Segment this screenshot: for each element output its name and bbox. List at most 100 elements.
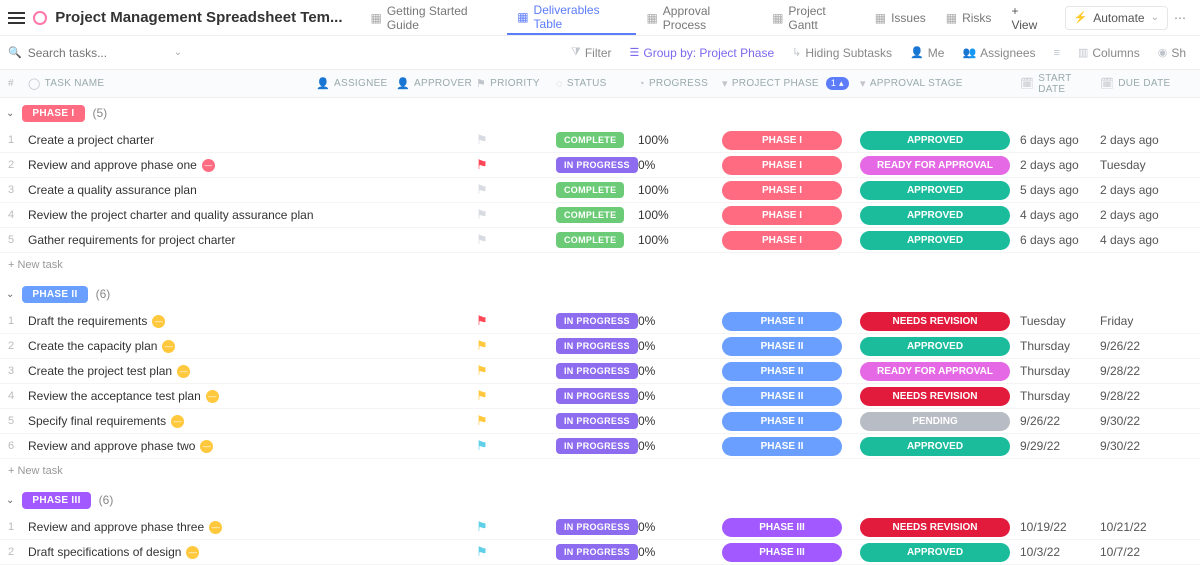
new-task-button[interactable]: + New task	[0, 253, 1200, 279]
start-date-cell[interactable]: Thursday	[1020, 389, 1100, 403]
task-name-cell[interactable]: Create a project charter	[28, 133, 316, 147]
table-row[interactable]: 1Create a project charter⚑COMPLETE100%PH…	[0, 128, 1200, 153]
approval-cell[interactable]: APPROVED	[860, 337, 1020, 356]
group-by-button[interactable]: ☰Group by: Project Phase	[624, 46, 781, 60]
approval-cell[interactable]: APPROVED	[860, 543, 1020, 562]
status-cell[interactable]: IN PROGRESS	[556, 438, 638, 454]
collapse-icon[interactable]: ⌄	[6, 289, 14, 300]
status-cell[interactable]: IN PROGRESS	[556, 544, 638, 560]
more-menu-button[interactable]: ⋯	[1168, 11, 1192, 25]
phase-cell[interactable]: PHASE II	[722, 362, 860, 381]
task-name-cell[interactable]: Draft specifications of design—	[28, 545, 316, 559]
col-priority[interactable]: ⚑PRIORITY	[476, 77, 556, 90]
due-date-cell[interactable]: 9/26/22	[1100, 339, 1180, 353]
table-row[interactable]: 3Create the project test plan—⚑IN PROGRE…	[0, 359, 1200, 384]
col-approval-stage[interactable]: ▾APPROVAL STAGE	[860, 77, 1020, 90]
approval-cell[interactable]: NEEDS REVISION	[860, 518, 1020, 537]
collapse-icon[interactable]: ⌄	[6, 495, 14, 506]
col-status[interactable]: ◌STATUS	[556, 78, 638, 90]
due-date-cell[interactable]: 2 days ago	[1100, 208, 1180, 222]
progress-cell[interactable]: 0%	[638, 545, 722, 559]
col-progress[interactable]: ◔PROGRESS	[638, 78, 722, 90]
approval-cell[interactable]: APPROVED	[860, 131, 1020, 150]
table-row[interactable]: 5Gather requirements for project charter…	[0, 228, 1200, 253]
task-name-cell[interactable]: Review the acceptance test plan—	[28, 389, 316, 403]
col-project-phase[interactable]: ▾PROJECT PHASE1 ▴	[722, 77, 860, 90]
approval-cell[interactable]: APPROVED	[860, 437, 1020, 456]
start-date-cell[interactable]: 10/3/22	[1020, 545, 1100, 559]
chevron-down-icon[interactable]: ⌄	[174, 47, 182, 58]
phase-cell[interactable]: PHASE II	[722, 412, 860, 431]
progress-cell[interactable]: 0%	[638, 364, 722, 378]
status-cell[interactable]: IN PROGRESS	[556, 363, 638, 379]
start-date-cell[interactable]: 9/26/22	[1020, 414, 1100, 428]
table-row[interactable]: 2Draft specifications of design—⚑IN PROG…	[0, 540, 1200, 565]
start-date-cell[interactable]: 4 days ago	[1020, 208, 1100, 222]
table-row[interactable]: 4Review the project charter and quality …	[0, 203, 1200, 228]
priority-cell[interactable]: ⚑	[476, 207, 556, 223]
phase-cell[interactable]: PHASE I	[722, 231, 860, 250]
status-cell[interactable]: IN PROGRESS	[556, 519, 638, 535]
progress-cell[interactable]: 0%	[638, 339, 722, 353]
table-row[interactable]: 2Create the capacity plan—⚑IN PROGRESS0%…	[0, 334, 1200, 359]
approval-cell[interactable]: READY FOR APPROVAL	[860, 156, 1020, 175]
col-number[interactable]: #	[0, 78, 28, 89]
priority-cell[interactable]: ⚑	[476, 313, 556, 329]
status-cell[interactable]: IN PROGRESS	[556, 338, 638, 354]
priority-cell[interactable]: ⚑	[476, 413, 556, 429]
priority-cell[interactable]: ⚑	[476, 338, 556, 354]
view-tab[interactable]: ▦Approval Process	[636, 1, 762, 35]
approval-cell[interactable]: NEEDS REVISION	[860, 312, 1020, 331]
col-approver[interactable]: 👤APPROVER	[396, 77, 476, 90]
add-view-button[interactable]: + View	[1001, 1, 1056, 35]
progress-cell[interactable]: 0%	[638, 389, 722, 403]
priority-cell[interactable]: ⚑	[476, 232, 556, 248]
priority-cell[interactable]: ⚑	[476, 132, 556, 148]
me-button[interactable]: 👤Me	[904, 46, 950, 60]
phase-cell[interactable]: PHASE II	[722, 387, 860, 406]
start-date-cell[interactable]: 6 days ago	[1020, 133, 1100, 147]
view-tab[interactable]: ▦Issues	[865, 1, 936, 35]
hamburger-icon[interactable]	[8, 12, 25, 24]
settings-button[interactable]: ≡	[1048, 47, 1066, 59]
status-cell[interactable]: IN PROGRESS	[556, 313, 638, 329]
due-date-cell[interactable]: Friday	[1100, 314, 1180, 328]
phase-cell[interactable]: PHASE III	[722, 543, 860, 562]
status-cell[interactable]: IN PROGRESS	[556, 413, 638, 429]
phase-cell[interactable]: PHASE I	[722, 206, 860, 225]
progress-cell[interactable]: 0%	[638, 314, 722, 328]
table-row[interactable]: 1Review and approve phase three—⚑IN PROG…	[0, 515, 1200, 540]
show-hide-button[interactable]: ◉Sh	[1152, 46, 1192, 60]
approval-cell[interactable]: APPROVED	[860, 181, 1020, 200]
task-name-cell[interactable]: Review and approve phase three—	[28, 520, 316, 534]
start-date-cell[interactable]: 2 days ago	[1020, 158, 1100, 172]
group-phase-badge[interactable]: PHASE II	[22, 286, 87, 303]
due-date-cell[interactable]: 10/21/22	[1100, 520, 1180, 534]
task-name-cell[interactable]: Create a quality assurance plan	[28, 183, 316, 197]
task-name-cell[interactable]: Draft the requirements—	[28, 314, 316, 328]
status-cell[interactable]: COMPLETE	[556, 207, 638, 223]
due-date-cell[interactable]: 2 days ago	[1100, 183, 1180, 197]
approval-cell[interactable]: APPROVED	[860, 231, 1020, 250]
due-date-cell[interactable]: 4 days ago	[1100, 233, 1180, 247]
task-name-cell[interactable]: Create the project test plan—	[28, 364, 316, 378]
priority-cell[interactable]: ⚑	[476, 363, 556, 379]
search-input[interactable]	[28, 46, 168, 60]
col-due-date[interactable]: 🗓DUE DATE	[1100, 77, 1180, 90]
progress-cell[interactable]: 0%	[638, 158, 722, 172]
table-row[interactable]: 3Create a quality assurance plan⚑COMPLET…	[0, 178, 1200, 203]
progress-cell[interactable]: 100%	[638, 183, 722, 197]
table-row[interactable]: 2Review and approve phase one—⚑IN PROGRE…	[0, 153, 1200, 178]
new-task-button[interactable]: + New task	[0, 459, 1200, 485]
due-date-cell[interactable]: 9/28/22	[1100, 389, 1180, 403]
progress-cell[interactable]: 0%	[638, 520, 722, 534]
start-date-cell[interactable]: 5 days ago	[1020, 183, 1100, 197]
phase-cell[interactable]: PHASE III	[722, 518, 860, 537]
phase-cell[interactable]: PHASE I	[722, 131, 860, 150]
task-name-cell[interactable]: Review and approve phase two—	[28, 439, 316, 453]
view-tab[interactable]: ▦Project Gantt	[762, 1, 865, 35]
start-date-cell[interactable]: Tuesday	[1020, 314, 1100, 328]
task-name-cell[interactable]: Create the capacity plan—	[28, 339, 316, 353]
status-cell[interactable]: COMPLETE	[556, 182, 638, 198]
phase-cell[interactable]: PHASE II	[722, 437, 860, 456]
